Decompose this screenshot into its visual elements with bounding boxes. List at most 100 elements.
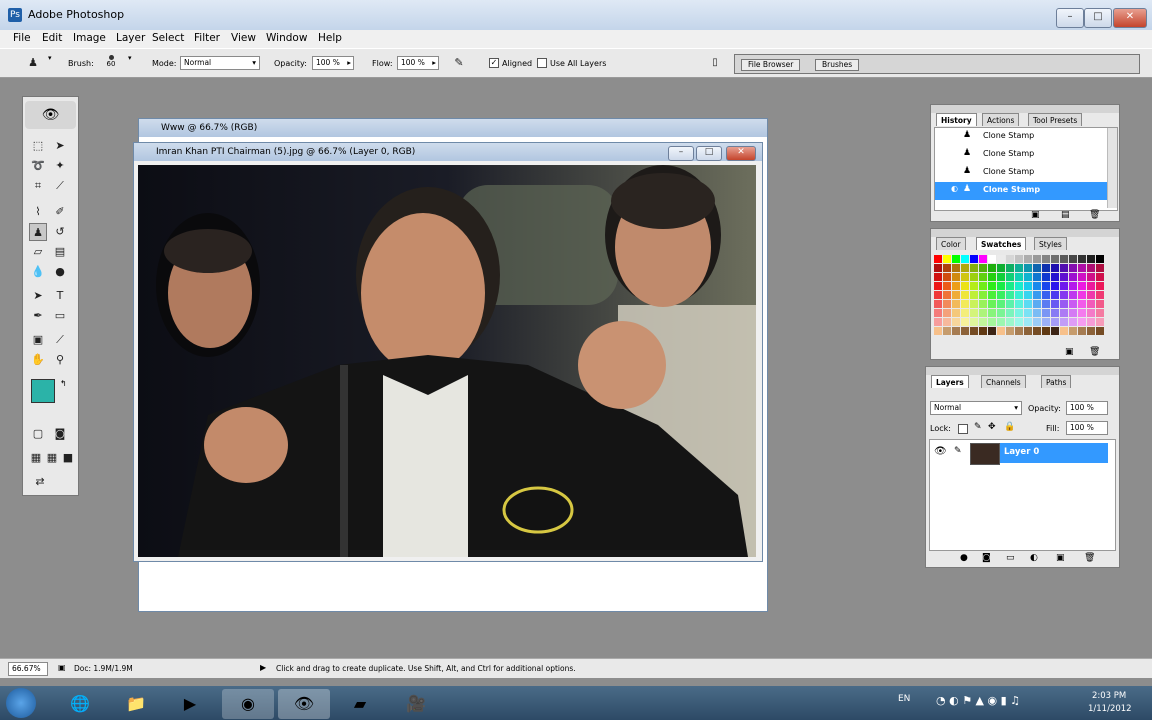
swatch[interactable] [1024,282,1032,290]
swatch[interactable] [970,264,978,272]
menu-filter[interactable]: Filter [194,32,220,44]
history-brush-icon[interactable]: ↺ [51,223,69,241]
swatch[interactable] [952,273,960,281]
trash-icon[interactable]: 🗑 [1084,553,1095,563]
swatch[interactable] [988,264,996,272]
swatch[interactable] [1078,318,1086,326]
swatch[interactable] [961,327,969,335]
menu-image[interactable]: Image [73,32,106,44]
swatch[interactable] [1087,264,1095,272]
swatch[interactable] [961,300,969,308]
swatch[interactable] [1006,264,1014,272]
swatch[interactable] [1024,327,1032,335]
zoom-icon[interactable]: ⚲ [51,351,69,369]
layer-style-icon[interactable]: ● [960,553,968,563]
swatch[interactable] [1087,327,1095,335]
doc-maximize-button[interactable]: □ [696,146,722,161]
swatch[interactable] [1033,291,1041,299]
tab-swatches[interactable]: Swatches [976,237,1027,250]
tab-history[interactable]: History [936,113,977,126]
swatch[interactable] [934,300,942,308]
swatch[interactable] [1087,255,1095,263]
hand-icon[interactable]: ✋ [29,351,47,369]
swatch[interactable] [943,318,951,326]
swatch[interactable] [1033,273,1041,281]
ie-icon[interactable]: 🌐 [54,689,106,719]
swatch[interactable] [1069,300,1077,308]
swatch[interactable] [1096,318,1104,326]
swatch[interactable] [988,273,996,281]
swatch[interactable] [988,309,996,317]
move-icon[interactable]: ➤ [51,137,69,155]
clock-time[interactable]: 2:03 PM [1092,691,1126,701]
layer-opacity-field[interactable]: 100 % [1066,401,1108,415]
swatch[interactable] [934,282,942,290]
swatch[interactable] [997,318,1005,326]
eye-visibility-icon[interactable]: 👁 [934,446,947,457]
quick-mask-icon[interactable]: ◙ [51,425,69,443]
notes-icon[interactable]: ▣ [29,331,47,349]
swatch[interactable] [1051,309,1059,317]
swatch[interactable] [1033,264,1041,272]
crop-icon[interactable]: ⌗ [29,177,47,195]
swatch[interactable] [1087,273,1095,281]
swatch[interactable] [997,327,1005,335]
swatch[interactable] [1024,264,1032,272]
swatch[interactable] [952,327,960,335]
swatch[interactable] [1051,282,1059,290]
type-icon[interactable]: T [51,287,69,305]
swatch[interactable] [1033,255,1041,263]
menu-window[interactable]: Window [266,32,307,44]
swatch[interactable] [1069,255,1077,263]
swatch[interactable] [1015,327,1023,335]
maximize-button[interactable]: □ [1084,8,1112,28]
swatch[interactable] [997,291,1005,299]
blend-mode-select[interactable]: Normal ▾ [930,401,1022,415]
swatch[interactable] [1006,255,1014,263]
swatch[interactable] [961,273,969,281]
swatch[interactable] [1015,300,1023,308]
swatch[interactable] [1024,309,1032,317]
new-snapshot-icon[interactable]: ▤ [1061,210,1070,220]
swatch[interactable] [1024,255,1032,263]
menu-select[interactable]: Select [152,32,184,44]
swatch[interactable] [1042,264,1050,272]
swatch[interactable] [970,309,978,317]
swatch[interactable] [952,255,960,263]
swatch[interactable] [979,309,987,317]
swatch[interactable] [961,264,969,272]
swatch[interactable] [979,273,987,281]
swatch[interactable] [1015,273,1023,281]
swatch[interactable] [979,300,987,308]
swatch[interactable] [961,291,969,299]
doc-close-button[interactable]: ✕ [726,146,756,161]
tab-actions[interactable]: Actions [982,113,1020,126]
swatch[interactable] [952,309,960,317]
swatch[interactable] [943,273,951,281]
fill-field[interactable]: 100 % [1066,421,1108,435]
foreground-color[interactable] [31,379,55,403]
swatch[interactable] [1096,255,1104,263]
swatch[interactable] [1078,273,1086,281]
swatch[interactable] [1051,300,1059,308]
tab-styles[interactable]: Styles [1034,237,1067,250]
opacity-field[interactable]: 100 % ▸ [312,56,354,70]
clone-stamp-preset-icon[interactable]: ♟ [24,54,42,72]
swatch[interactable] [970,300,978,308]
aligned-checkbox[interactable]: ✓ [489,58,499,68]
trash-icon[interactable]: 🗑 [1089,347,1100,357]
list-item-selected[interactable]: ◐ ♟ Clone Stamp [935,182,1107,200]
swatch[interactable] [1006,282,1014,290]
tab-tool-presets[interactable]: Tool Presets [1028,113,1083,126]
palette-well-tab-brushes[interactable]: Brushes [815,59,860,71]
swatch[interactable] [1051,255,1059,263]
swatch[interactable] [1087,309,1095,317]
swatch[interactable] [970,291,978,299]
swatch[interactable] [997,300,1005,308]
swatch[interactable] [1051,318,1059,326]
swatch[interactable] [1006,309,1014,317]
tab-color[interactable]: Color [936,237,966,250]
clone-stamp-icon[interactable]: ♟ [29,223,47,241]
swatch[interactable] [1006,318,1014,326]
swatch[interactable] [1087,291,1095,299]
